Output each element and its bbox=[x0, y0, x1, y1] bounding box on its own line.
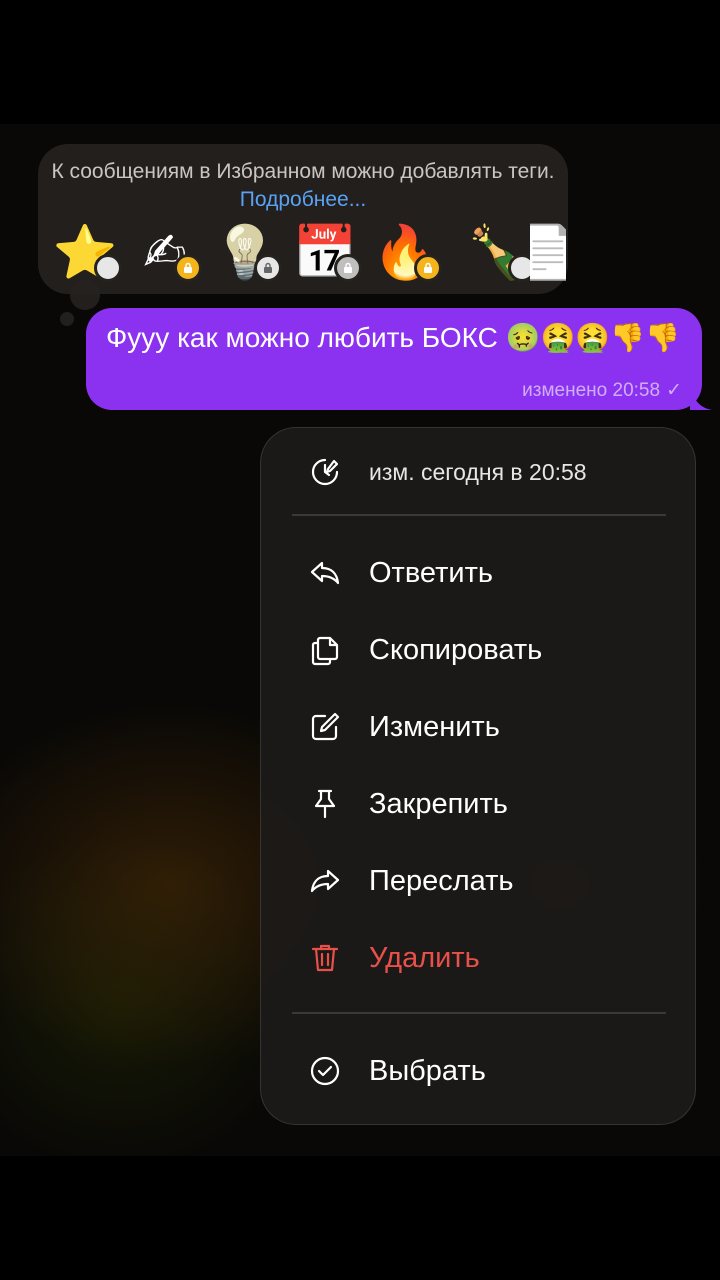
tag-emoji[interactable]: 📄 bbox=[530, 220, 566, 286]
context-menu: изм. сегодня в 20:58 Ответить Скопироват… bbox=[260, 427, 696, 1125]
tag-emoji[interactable]: 📅 bbox=[292, 220, 362, 286]
menu-divider bbox=[292, 1012, 666, 1014]
check-icon: ✓ bbox=[666, 380, 682, 401]
menu-select[interactable]: Выбрать bbox=[261, 1035, 695, 1107]
tag-emoji[interactable]: ⭐ bbox=[52, 220, 122, 286]
tags-hint-text: К сообщениям в Избранном можно добавлять… bbox=[51, 160, 555, 183]
bubble-tail-icon bbox=[690, 388, 712, 410]
pin-icon bbox=[305, 784, 345, 824]
message-text: Фууу как можно любить БОКС 🤢🤮🤮👎👎 bbox=[106, 322, 680, 353]
learn-more-link[interactable]: Подробнее... bbox=[240, 188, 366, 211]
copy-icon bbox=[305, 630, 345, 670]
message-bubble[interactable]: Фууу как можно любить БОКС 🤢🤮🤮👎👎 изменен… bbox=[86, 308, 702, 410]
menu-divider bbox=[292, 514, 666, 516]
menu-copy[interactable]: Скопировать bbox=[261, 614, 695, 686]
edited-info-text: изм. сегодня в 20:58 bbox=[369, 458, 587, 485]
edited-clock-icon bbox=[305, 452, 345, 492]
lock-icon bbox=[334, 254, 362, 282]
trash-icon bbox=[305, 938, 345, 978]
check-circle-icon bbox=[305, 1051, 345, 1091]
message-status: изменено 20:58 bbox=[522, 379, 661, 401]
menu-pin[interactable]: Закрепить bbox=[261, 768, 695, 840]
tag-emoji[interactable]: 🔥 bbox=[372, 220, 442, 286]
tag-emoji-row: ⭐ ✍ 💡 📅 🔥 🍾 📄 bbox=[38, 220, 568, 290]
tag-emoji[interactable]: 💡 bbox=[212, 220, 282, 286]
reply-icon bbox=[305, 553, 345, 593]
menu-forward[interactable]: Переслать bbox=[261, 845, 695, 917]
tag-emoji[interactable]: ✍ bbox=[132, 220, 202, 286]
menu-edit[interactable]: Изменить bbox=[261, 691, 695, 763]
message-meta: изменено 20:58 ✓ bbox=[522, 379, 682, 402]
menu-reply[interactable]: Ответить bbox=[261, 537, 695, 609]
tag-emoji[interactable]: 🍾 bbox=[466, 220, 536, 286]
lock-icon bbox=[254, 254, 282, 282]
tags-hint: К сообщениям в Избранном можно добавлять… bbox=[38, 158, 568, 214]
edited-info: изм. сегодня в 20:58 bbox=[261, 436, 695, 508]
menu-delete[interactable]: Удалить bbox=[261, 922, 695, 994]
edit-icon bbox=[305, 707, 345, 747]
forward-icon bbox=[305, 861, 345, 901]
lock-icon bbox=[414, 254, 442, 282]
bubble-tail-dot bbox=[70, 280, 100, 310]
reaction-tags-panel: К сообщениям в Избранном можно добавлять… bbox=[38, 144, 568, 294]
bubble-tail-dot bbox=[60, 312, 74, 326]
lock-icon bbox=[174, 254, 202, 282]
unlocked-badge-icon bbox=[94, 254, 122, 282]
